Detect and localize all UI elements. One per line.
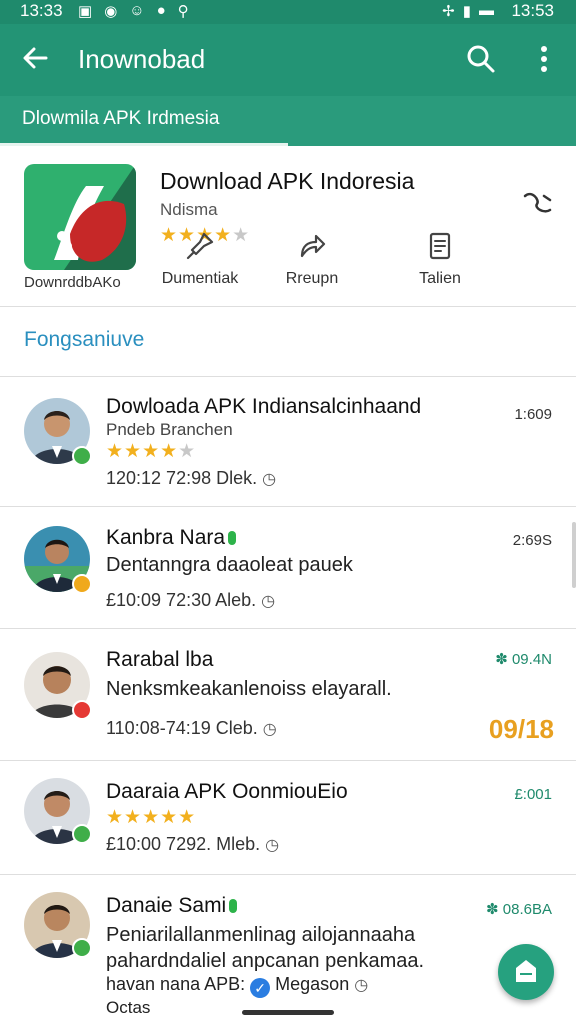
item-rating-stars: ★★★★★ bbox=[106, 807, 197, 828]
status-time-left: 13:33 bbox=[20, 1, 63, 20]
item-message: Nenksmkeakanlenoiss elayarall. bbox=[106, 678, 392, 700]
item-date-highlight: 09/18 bbox=[488, 714, 554, 744]
item-message-line: havan nana APB: ✓ Megason ◷ bbox=[106, 974, 369, 998]
app-subtitle: Ndisma bbox=[160, 200, 218, 219]
pin-icon bbox=[186, 232, 214, 260]
wifi-icon: ✢ bbox=[442, 3, 455, 20]
battery-icon: ▬ bbox=[479, 2, 494, 19]
store-icon bbox=[516, 960, 536, 982]
item-message-line: pahardndaliel anpcanan penkamaa. bbox=[106, 950, 425, 972]
share-arrow-icon bbox=[300, 234, 326, 258]
verified-badge-icon bbox=[72, 824, 92, 844]
item-meta: £10:00 7292. Mleb. ◷ bbox=[106, 834, 280, 854]
check-icon: ✓ bbox=[250, 978, 271, 998]
action-label: Dumentiak bbox=[161, 270, 239, 287]
list-item[interactable]: Rarabal lba Nenksmkeakanlenoiss elayaral… bbox=[0, 628, 576, 760]
list-item[interactable]: Danaie Sami Peniarilallanmenlinag ailoja… bbox=[0, 874, 576, 1024]
item-time: ✽ 09.4N bbox=[495, 651, 552, 668]
clock-icon: ◷ bbox=[354, 977, 369, 994]
system-icons: ✢ ▮ ▬ bbox=[442, 2, 494, 20]
list-item[interactable]: Daaraia APK OonmiouEio ★★★★★ £10:00 7292… bbox=[0, 760, 576, 874]
item-meta: 110:08-74:19 Cleb. ◷ bbox=[106, 718, 277, 738]
item-meta: £10:09 72:30 Aleb. ◷ bbox=[106, 590, 276, 610]
home-gesture-handle[interactable] bbox=[242, 1010, 334, 1015]
app-title: Download APK Indoresia bbox=[160, 168, 415, 194]
notification-icon: ● bbox=[156, 2, 166, 19]
notification-icons: ▣ ◉ ☺ ● ⚲ bbox=[78, 2, 189, 20]
action-button-1[interactable]: Rreupn bbox=[262, 230, 362, 288]
tab-indicator bbox=[0, 143, 288, 146]
notification-icon: ☺ bbox=[129, 2, 145, 19]
clock-icon: ◷ bbox=[262, 471, 277, 488]
compose-fab-button[interactable] bbox=[498, 944, 554, 1000]
action-button-2[interactable]: Talien bbox=[390, 230, 490, 288]
online-dot-icon bbox=[229, 899, 238, 913]
status-bar: 13:33 ▣ ◉ ☺ ● ⚲ ✢ ▮ ▬ 13:53 bbox=[0, 0, 576, 24]
status-badge-icon bbox=[72, 700, 92, 720]
item-name: Kanbra Nara bbox=[106, 526, 237, 550]
clock-icon: ◷ bbox=[265, 837, 280, 854]
app-bar: Inownobad bbox=[0, 24, 576, 96]
search-icon[interactable] bbox=[464, 42, 498, 76]
item-name: Danaie Sami bbox=[106, 894, 238, 918]
item-time: ✽ 08.6BA bbox=[486, 901, 552, 918]
sub-header-label: Dlowmila APK Irdmesia bbox=[22, 108, 220, 129]
item-name: Rarabal lba bbox=[106, 648, 214, 671]
item-time: 2:69S bbox=[512, 532, 552, 549]
list-item[interactable]: Kanbra Nara Dentanngra daaoleat pauek £1… bbox=[0, 506, 576, 628]
action-label: Rreupn bbox=[285, 270, 339, 287]
back-arrow-icon[interactable] bbox=[18, 40, 54, 76]
verified-badge-icon bbox=[72, 446, 92, 466]
item-name: Dowloada APK Indiansalcinhaand bbox=[106, 395, 422, 418]
app-bar-title: Inownobad bbox=[78, 44, 206, 74]
verified-badge-icon bbox=[72, 938, 92, 958]
divider bbox=[0, 306, 576, 307]
list-item[interactable]: Dowloada APK Indiansalcinhaand Pndeb Bra… bbox=[0, 376, 576, 506]
item-message: Peniarilallanmenlinag ailojannaaha bbox=[106, 924, 416, 946]
status-badge-icon bbox=[72, 574, 92, 594]
item-name: Daaraia APK OonmiouEio bbox=[106, 780, 348, 803]
gear-icon: ✽ bbox=[486, 901, 499, 918]
action-button-0[interactable]: Dumentiak bbox=[150, 230, 250, 288]
share-icon[interactable] bbox=[520, 186, 554, 220]
item-time: £:001 bbox=[514, 786, 552, 803]
item-meta: 120:12 72:98 Dlek. ◷ bbox=[106, 468, 277, 488]
notification-icon: ⚲ bbox=[177, 3, 189, 20]
action-label: Talien bbox=[419, 270, 461, 287]
clock-icon: ◷ bbox=[262, 721, 277, 738]
notification-icon: ▣ bbox=[78, 3, 93, 20]
item-message-line: Octas bbox=[106, 998, 151, 1017]
app-icon-label: DownrddbAKo bbox=[24, 274, 121, 291]
clock-icon: ◷ bbox=[261, 593, 276, 610]
more-vert-icon[interactable] bbox=[530, 42, 558, 76]
app-icon[interactable] bbox=[24, 164, 136, 270]
item-rating-stars: ★★★★★ bbox=[106, 441, 197, 462]
document-icon bbox=[429, 232, 451, 260]
scrollbar[interactable] bbox=[572, 522, 576, 588]
signal-icon: ▮ bbox=[462, 3, 471, 20]
item-time: 1:609 bbox=[514, 406, 552, 423]
notification-icon: ◉ bbox=[104, 3, 118, 20]
item-subtitle: Pndeb Branchen bbox=[106, 420, 233, 439]
status-time-right: 13:53 bbox=[511, 1, 554, 20]
online-dot-icon bbox=[228, 531, 237, 545]
section-title[interactable]: Fongsaniuve bbox=[24, 328, 144, 352]
gear-icon: ✽ bbox=[495, 651, 508, 668]
item-message: Dentanngra daaoleat pauek bbox=[106, 554, 353, 576]
sub-header: Dlowmila APK Irdmesia bbox=[0, 96, 576, 146]
